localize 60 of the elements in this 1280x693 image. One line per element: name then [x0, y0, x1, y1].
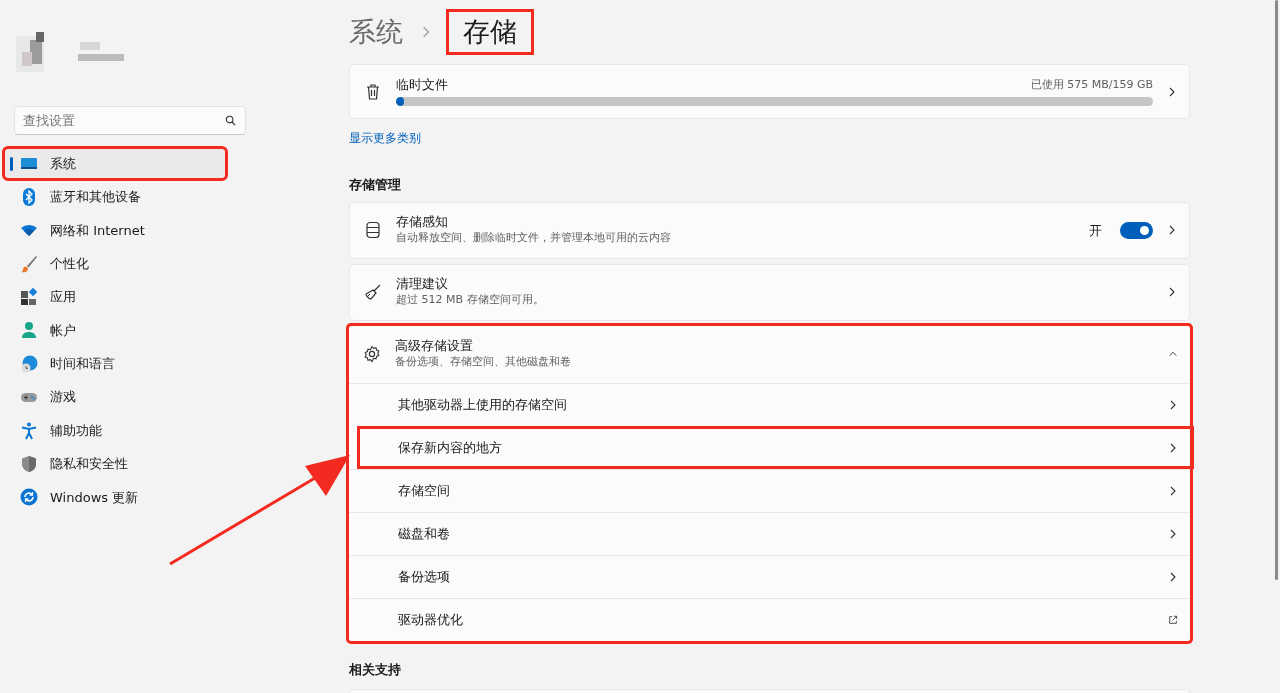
accessibility-icon	[20, 421, 38, 440]
search-icon	[225, 115, 236, 126]
settings-link-row[interactable]: 存储空间	[349, 468, 1190, 512]
settings-link-row[interactable]: 磁盘和卷	[349, 511, 1190, 555]
page-title: 存储	[449, 11, 531, 53]
bluetooth-icon	[20, 187, 38, 206]
sidebar-item[interactable]: 系统	[4, 148, 226, 179]
chevron-right-icon	[1168, 484, 1178, 497]
settings-link-row[interactable]: 驱动器优化	[349, 597, 1190, 641]
trash-icon	[364, 82, 382, 101]
person-icon	[20, 321, 38, 340]
settings-link-row[interactable]: 备份选项	[349, 554, 1190, 598]
sidebar-item[interactable]: 时间和语言	[4, 348, 246, 380]
sidebar-item[interactable]: 隐私和安全性	[4, 448, 246, 480]
apps-icon	[20, 288, 38, 307]
breadcrumb-link[interactable]: 系统	[349, 11, 403, 53]
sidebar-item[interactable]: 帐户	[4, 314, 246, 346]
chevron-right-icon	[1168, 441, 1178, 454]
broom-icon	[364, 283, 382, 302]
card-title: 临时文件	[396, 76, 448, 94]
usage-text: 已使用 575 MB/159 GB	[1030, 76, 1153, 93]
sidebar-item[interactable]: 应用	[4, 281, 246, 313]
chevron-right-icon	[1167, 286, 1177, 299]
globe-clock-icon	[20, 354, 38, 373]
sidebar-item[interactable]: 辅助功能	[4, 415, 246, 447]
settings-icon	[363, 345, 381, 364]
settings-card[interactable]: 清理建议 超过 512 MB 存储空间可用。	[349, 263, 1190, 321]
scrollbar[interactable]	[1275, 0, 1278, 580]
card-title: 高级存储设置	[395, 337, 474, 355]
card-title: 存储感知	[396, 213, 449, 231]
drive-icon	[364, 221, 382, 240]
chevron-right-icon	[1167, 85, 1177, 98]
chevron-right-icon	[1168, 570, 1178, 583]
sidebar-item[interactable]: 网络和 Internet	[4, 214, 246, 246]
search-field[interactable]: 查找设置	[14, 106, 246, 135]
show-more-link[interactable]: 显示更多类别	[349, 130, 421, 148]
temp-files-card[interactable]: 临时文件 已使用 575 MB/159 GB	[349, 64, 1190, 119]
settings-link-row[interactable]: 其他驱动器上使用的存储空间	[349, 382, 1190, 426]
settings-link-row[interactable]: 保存新内容的地方	[357, 425, 1194, 469]
card-subtitle: 自动释放空间、删除临时文件，并管理本地可用的云内容	[396, 230, 672, 247]
section-heading: 相关支持	[349, 660, 402, 679]
toggle-label: 开	[1089, 221, 1102, 240]
section-heading: 存储管理	[349, 176, 402, 195]
chevron-right-icon	[1168, 398, 1178, 411]
brush-icon	[20, 254, 38, 273]
sidebar-item[interactable]: Windows 更新	[4, 481, 246, 513]
sync-icon	[20, 488, 38, 507]
settings-card[interactable]: 存储感知 自动释放空间、删除临时文件，并管理本地可用的云内容 开	[349, 201, 1190, 259]
toggle-switch[interactable]	[1120, 221, 1153, 239]
card-title: 清理建议	[396, 275, 449, 293]
shield-icon	[20, 455, 38, 473]
external-link-icon	[1168, 613, 1178, 626]
card-subtitle: 超过 512 MB 存储空间可用。	[396, 292, 545, 309]
sidebar-item[interactable]: 游戏	[4, 381, 246, 413]
chevron-right-icon	[1167, 224, 1177, 237]
card-subtitle: 备份选项、存储空间、其他磁盘和卷	[395, 354, 572, 371]
sidebar-item[interactable]: 蓝牙和其他设备	[4, 181, 246, 213]
breadcrumb-separator-icon	[421, 26, 431, 38]
sidebar-item[interactable]: 个性化	[4, 248, 246, 280]
chevron-right-icon	[1168, 527, 1178, 540]
